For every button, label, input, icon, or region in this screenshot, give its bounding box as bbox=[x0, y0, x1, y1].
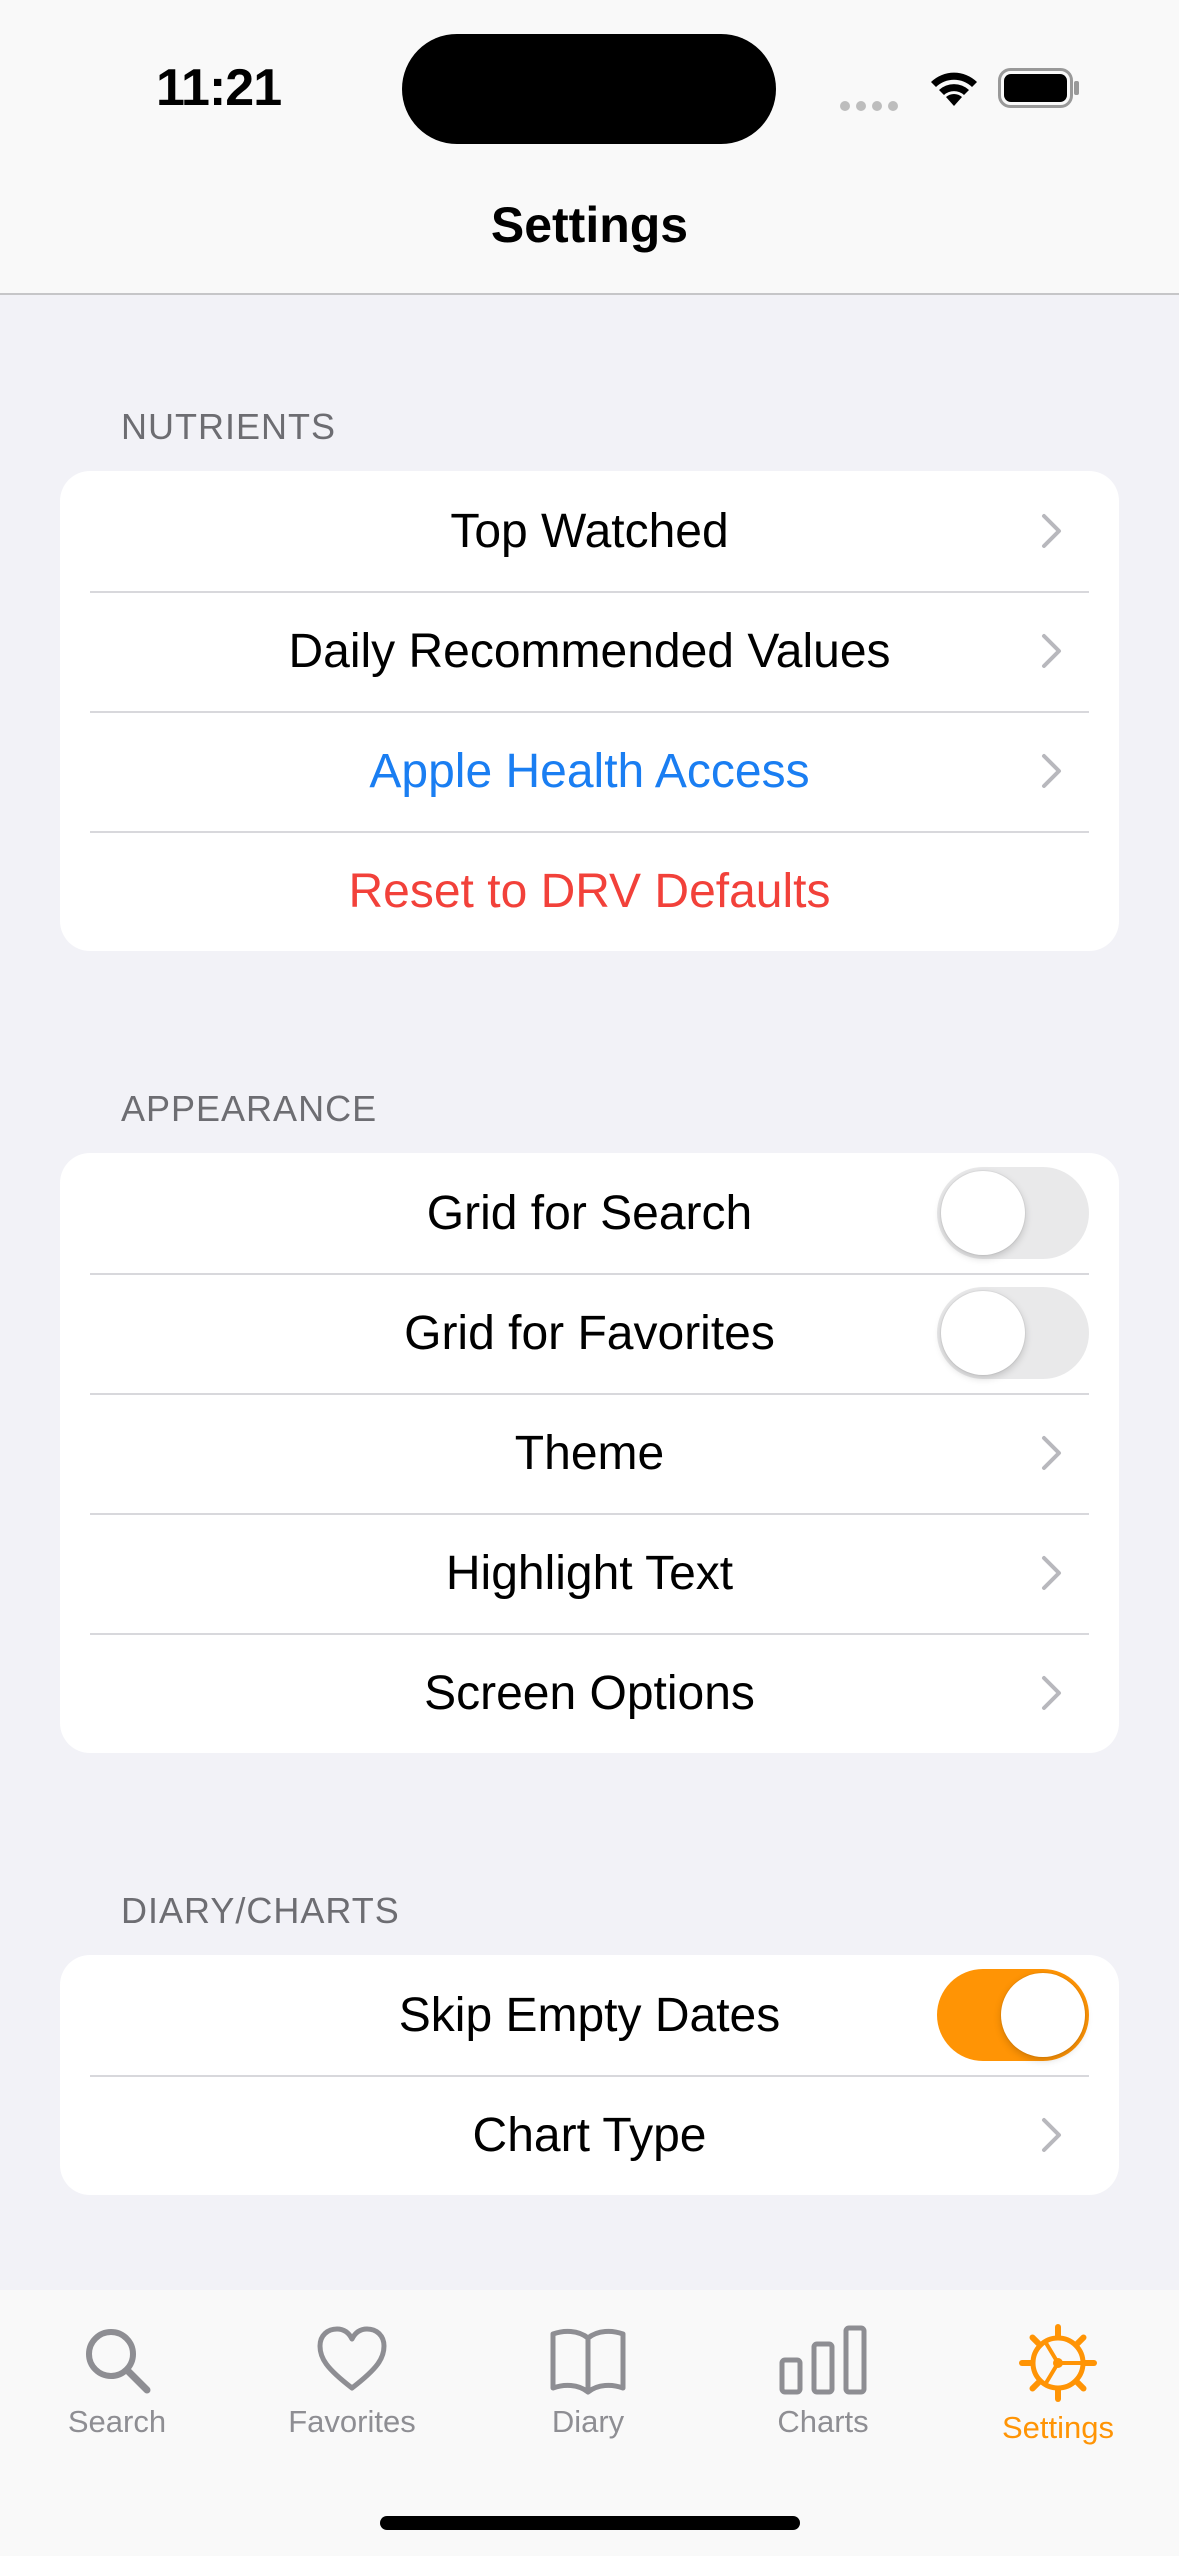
section-header-appearance: APPEARANCE bbox=[121, 1088, 378, 1129]
tab-label: Search bbox=[67, 2404, 167, 2439]
tab-label: Favorites bbox=[288, 2404, 416, 2439]
book-icon bbox=[550, 2328, 626, 2395]
row-highlight-text[interactable]: Highlight Text bbox=[60, 1513, 1119, 1633]
row-label: Grid for Favorites bbox=[404, 1306, 775, 1360]
appearance-group: Grid for Search Grid for Favorites Theme… bbox=[60, 1153, 1119, 1753]
row-label: Chart Type bbox=[472, 2108, 707, 2162]
row-label: Reset to DRV Defaults bbox=[348, 864, 831, 918]
grid-for-search-toggle[interactable] bbox=[937, 1167, 1089, 1259]
row-label: Daily Recommended Values bbox=[288, 624, 891, 678]
tab-label: Charts bbox=[777, 2404, 869, 2439]
chevron-right-icon bbox=[1042, 754, 1061, 788]
chevron-right-icon bbox=[1042, 2118, 1061, 2152]
nutrients-group: Top Watched Daily Recommended Values App… bbox=[60, 471, 1119, 951]
cellular-signal-icon bbox=[840, 98, 904, 116]
skip-empty-dates-toggle[interactable] bbox=[937, 1969, 1089, 2061]
row-label: Top Watched bbox=[450, 504, 729, 558]
row-label: Apple Health Access bbox=[369, 744, 810, 798]
grid-for-favorites-toggle[interactable] bbox=[937, 1287, 1089, 1379]
row-chart-type[interactable]: Chart Type bbox=[60, 2075, 1119, 2195]
row-apple-health-access[interactable]: Apple Health Access bbox=[60, 711, 1119, 831]
battery-icon bbox=[998, 68, 1079, 108]
dynamic-island bbox=[402, 34, 776, 144]
wifi-icon bbox=[931, 72, 977, 106]
chevron-right-icon bbox=[1042, 1676, 1061, 1710]
row-theme[interactable]: Theme bbox=[60, 1393, 1119, 1513]
row-daily-recommended-values[interactable]: Daily Recommended Values bbox=[60, 591, 1119, 711]
tab-settings[interactable]: Settings bbox=[958, 2324, 1158, 2446]
home-indicator[interactable] bbox=[380, 2516, 800, 2530]
tab-search[interactable]: Search bbox=[17, 2324, 217, 2440]
status-icons bbox=[840, 62, 1090, 112]
row-label: Skip Empty Dates bbox=[398, 1988, 781, 2042]
magnifier-icon bbox=[86, 2329, 151, 2394]
navigation-bar: 11:21 Settings bbox=[0, 0, 1179, 295]
tab-favorites[interactable]: Favorites bbox=[252, 2324, 452, 2440]
row-grid-for-favorites: Grid for Favorites bbox=[60, 1273, 1119, 1393]
row-top-watched[interactable]: Top Watched bbox=[60, 471, 1119, 591]
heart-icon bbox=[317, 2326, 387, 2391]
tab-label: Settings bbox=[1001, 2410, 1114, 2445]
gear-icon bbox=[1019, 2324, 1097, 2402]
tab-label: Diary bbox=[551, 2404, 625, 2439]
chevron-right-icon bbox=[1042, 1436, 1061, 1470]
section-header-nutrients: NUTRIENTS bbox=[121, 406, 336, 447]
toggle-knob bbox=[1001, 1973, 1085, 2057]
status-time: 11:21 bbox=[156, 59, 282, 117]
row-label: Screen Options bbox=[424, 1666, 755, 1720]
tab-diary[interactable]: Diary bbox=[488, 2324, 688, 2440]
toggle-knob bbox=[941, 1291, 1025, 1375]
row-grid-for-search: Grid for Search bbox=[60, 1153, 1119, 1273]
toggle-knob bbox=[941, 1171, 1025, 1255]
row-reset-drv-defaults[interactable]: Reset to DRV Defaults bbox=[60, 831, 1119, 951]
chevron-right-icon bbox=[1042, 1556, 1061, 1590]
bar-chart-icon bbox=[779, 2325, 867, 2395]
page-title: Settings bbox=[490, 197, 689, 253]
row-skip-empty-dates: Skip Empty Dates bbox=[60, 1955, 1119, 2075]
row-label: Grid for Search bbox=[426, 1186, 753, 1240]
row-screen-options[interactable]: Screen Options bbox=[60, 1633, 1119, 1753]
row-label: Theme bbox=[514, 1426, 665, 1480]
tab-charts[interactable]: Charts bbox=[723, 2324, 923, 2440]
row-label: Highlight Text bbox=[445, 1546, 734, 1600]
chevron-right-icon bbox=[1042, 634, 1061, 668]
diary-charts-group: Skip Empty Dates Chart Type bbox=[60, 1955, 1119, 2195]
chevron-right-icon bbox=[1042, 514, 1061, 548]
section-header-diary-charts: DIARY/CHARTS bbox=[121, 1890, 400, 1931]
